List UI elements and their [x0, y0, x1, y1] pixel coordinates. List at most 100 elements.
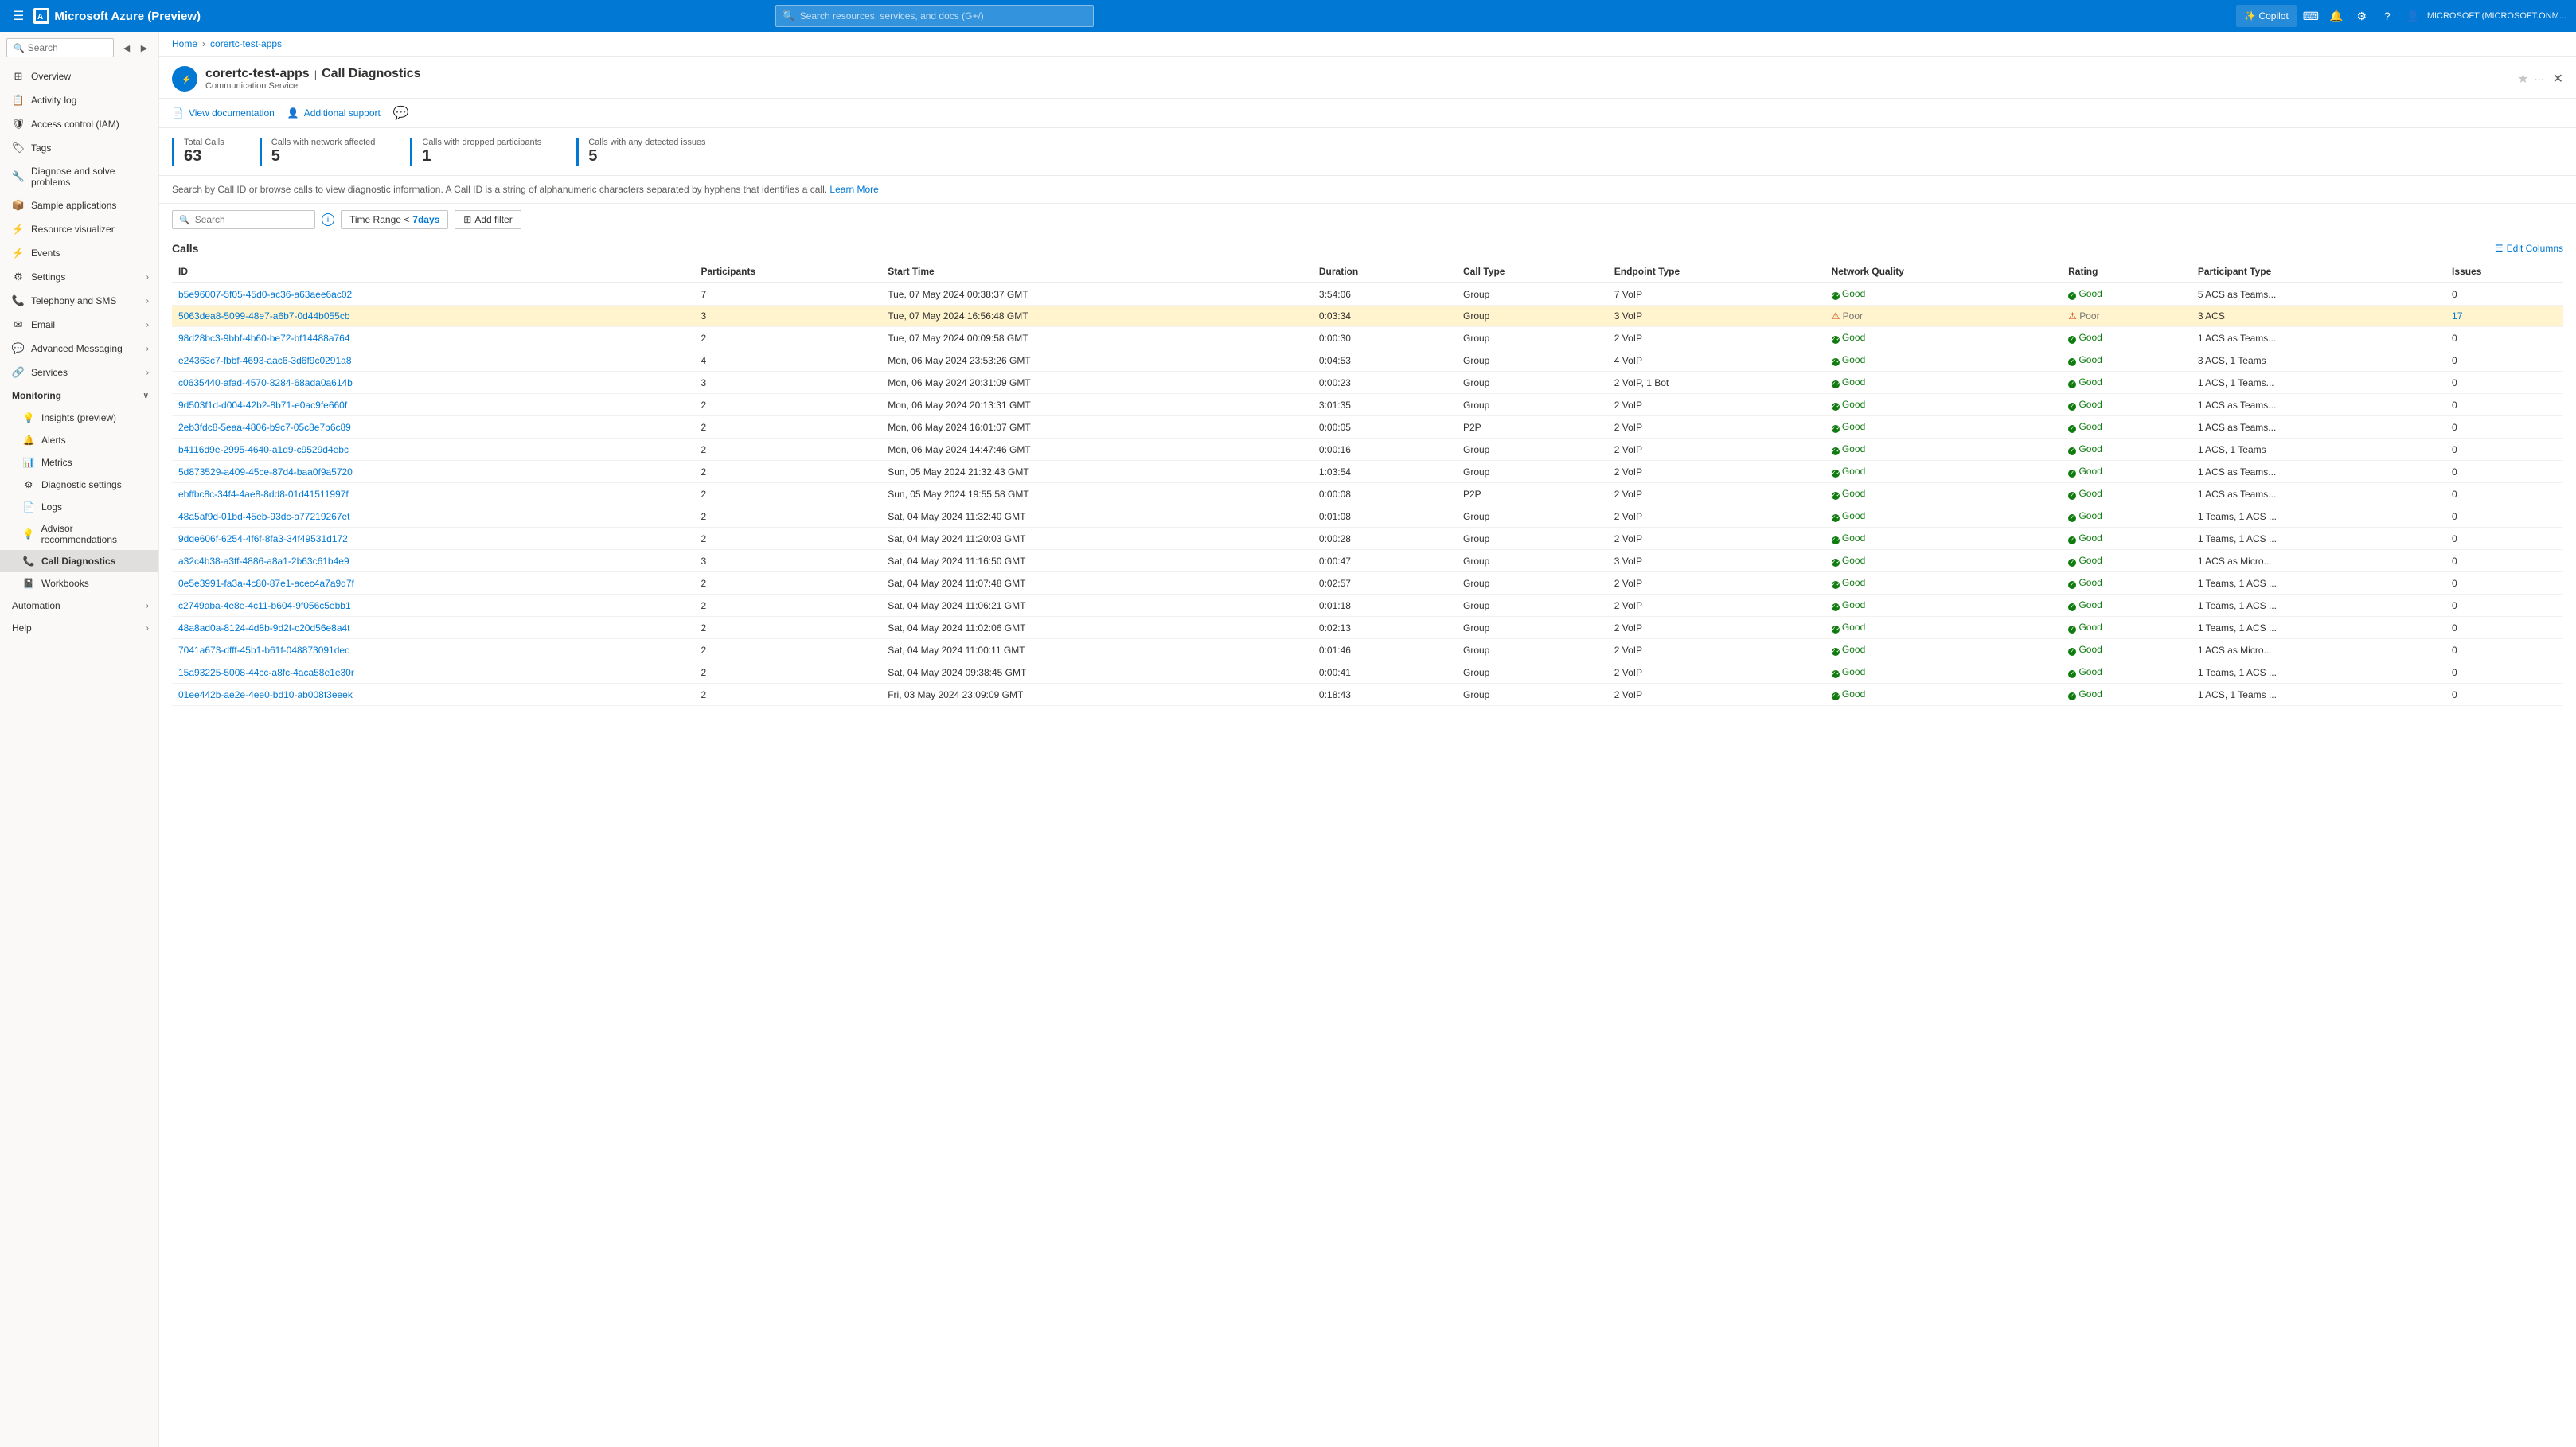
sidebar-item-telephony[interactable]: 📞 Telephony and SMS ›: [0, 289, 158, 313]
call-id-link[interactable]: e24363c7-fbbf-4693-aac6-3d6f9c0291a8: [178, 355, 352, 366]
account-icon[interactable]: 👤: [2402, 5, 2424, 27]
cell-endpoint-type: 2 VoIP: [1608, 483, 1825, 505]
sidebar-item-advanced-msg[interactable]: 💬 Advanced Messaging ›: [0, 337, 158, 361]
collapse-icon[interactable]: ◀: [119, 40, 135, 56]
sidebar-item-workbooks[interactable]: 📓 Workbooks: [0, 572, 158, 595]
sidebar-item-diag-settings[interactable]: ⚙ Diagnostic settings: [0, 474, 158, 496]
add-filter-button[interactable]: ⊞ Add filter: [455, 210, 521, 229]
sidebar-item-access-control[interactable]: 🛡 Access control (IAM): [0, 112, 158, 136]
view-docs-link[interactable]: 📄 View documentation: [172, 107, 275, 119]
sidebar-item-insights[interactable]: 💡 Insights (preview): [0, 407, 158, 429]
call-id-link[interactable]: 0e5e3991-fa3a-4c80-87e1-acec4a7a9d7f: [178, 578, 354, 589]
call-id-link[interactable]: 5063dea8-5099-48e7-a6b7-0d44b055cb: [178, 310, 350, 322]
edit-columns-button[interactable]: ☰ Edit Columns: [2495, 243, 2563, 254]
help-icon[interactable]: ?: [2376, 5, 2398, 27]
sidebar-item-settings[interactable]: ⚙ Settings ›: [0, 265, 158, 289]
call-id-link[interactable]: 9d503f1d-d004-42b2-8b71-e0ac9fe660f: [178, 400, 347, 411]
call-id-link[interactable]: 48a5af9d-01bd-45eb-93dc-a77219267et: [178, 511, 350, 522]
call-id-link[interactable]: 2eb3fdc8-5eaa-4806-b9c7-05c8e7b6c89: [178, 422, 351, 433]
call-id-link[interactable]: 5d873529-a409-45ce-87d4-baa0f9a5720: [178, 466, 353, 478]
cell-rating: ✓ Good: [2062, 639, 2192, 661]
favorite-star[interactable]: ★: [2517, 71, 2528, 87]
time-range-button[interactable]: Time Range < 7days: [341, 210, 448, 229]
cell-participant-type: 1 Teams, 1 ACS ...: [2192, 505, 2445, 528]
call-id-link[interactable]: ebffbc8c-34f4-4ae8-8dd8-01d41511997f: [178, 489, 349, 500]
time-range-value: 7days: [412, 214, 439, 225]
cell-start-time: Tue, 07 May 2024 00:38:37 GMT: [881, 283, 1313, 306]
cell-duration: 3:01:35: [1313, 394, 1457, 416]
cell-start-time: Sat, 04 May 2024 11:07:48 GMT: [881, 572, 1313, 595]
sidebar-item-activity-log[interactable]: 📋 Activity log: [0, 88, 158, 112]
cell-duration: 0:01:08: [1313, 505, 1457, 528]
cell-start-time: Mon, 06 May 2024 14:47:46 GMT: [881, 439, 1313, 461]
sidebar-item-email[interactable]: ✉ Email ›: [0, 313, 158, 337]
info-icon[interactable]: i: [322, 213, 334, 226]
monitoring-expand-icon: ∨: [143, 392, 149, 400]
global-search-box[interactable]: 🔍: [775, 5, 1094, 27]
sidebar-email-label: Email: [31, 319, 55, 330]
call-id-link[interactable]: 98d28bc3-9bbf-4b60-be72-bf14488a764: [178, 333, 350, 344]
sidebar-item-sample-apps[interactable]: 📦 Sample applications: [0, 193, 158, 217]
stat-total-calls-label: Total Calls: [184, 138, 224, 147]
sidebar-item-help[interactable]: Help ›: [0, 617, 158, 639]
settings-icon[interactable]: ⚙: [2351, 5, 2373, 27]
hamburger-menu[interactable]: ☰: [10, 5, 27, 27]
global-search-input[interactable]: [800, 10, 1087, 21]
sidebar-item-tags[interactable]: 🏷 Tags: [0, 136, 158, 160]
sidebar-overview-label: Overview: [31, 71, 71, 82]
learn-more-link[interactable]: Learn More: [829, 184, 878, 195]
sidebar-access-control-label: Access control (IAM): [31, 119, 119, 130]
cell-participants: 2: [694, 661, 881, 684]
call-id-link[interactable]: b4116d9e-2995-4640-a1d9-c9529d4ebc: [178, 444, 349, 455]
additional-support-link[interactable]: 👤 Additional support: [287, 107, 381, 119]
cell-endpoint-type: 2 VoIP: [1608, 528, 1825, 550]
sidebar-alerts-label: Alerts: [41, 435, 66, 446]
call-id-link[interactable]: 9dde606f-6254-4f6f-8fa3-34f49531d172: [178, 533, 348, 544]
sidebar-monitoring-label: Monitoring: [12, 390, 61, 401]
sidebar-item-metrics[interactable]: 📊 Metrics: [0, 451, 158, 474]
more-options[interactable]: ···: [2534, 72, 2545, 85]
sidebar-item-resource-viz[interactable]: ⚡ Resource visualizer: [0, 217, 158, 241]
sidebar-search-box[interactable]: 🔍: [6, 38, 114, 57]
expand-icon[interactable]: ▶: [136, 40, 152, 56]
sidebar-item-call-diagnostics[interactable]: 📞 Call Diagnostics: [0, 550, 158, 572]
cell-participants: 2: [694, 416, 881, 439]
calls-search-input[interactable]: [195, 214, 308, 225]
cell-participant-type: 1 Teams, 1 ACS ...: [2192, 528, 2445, 550]
sidebar-item-overview[interactable]: ⊞ Overview: [0, 64, 158, 88]
notifications-icon[interactable]: 🔔: [2325, 5, 2348, 27]
sidebar-item-logs[interactable]: 📄 Logs: [0, 496, 158, 518]
cell-rating: ✓ Good: [2062, 595, 2192, 617]
call-id-link[interactable]: b5e96007-5f05-45d0-ac36-a63aee6ac02: [178, 289, 352, 300]
sidebar-item-services[interactable]: 🔗 Services ›: [0, 361, 158, 384]
breadcrumb-home[interactable]: Home: [172, 38, 197, 49]
sidebar-search-input[interactable]: [28, 42, 107, 53]
sidebar-item-diagnose[interactable]: 🔧 Diagnose and solve problems: [0, 160, 158, 193]
sidebar-item-events[interactable]: ⚡ Events: [0, 241, 158, 265]
copilot-button[interactable]: ✨ Copilot: [2236, 5, 2297, 27]
sidebar-item-automation[interactable]: Automation ›: [0, 595, 158, 617]
call-id-link[interactable]: 48a8ad0a-8124-4d8b-9d2f-c20d56e8a4t: [178, 622, 350, 634]
cloud-shell-icon[interactable]: ⌨: [2300, 5, 2322, 27]
feedback-icon[interactable]: 💬: [393, 105, 409, 121]
call-id-link[interactable]: 01ee442b-ae2e-4ee0-bd10-ab008f3eeek: [178, 689, 353, 700]
call-id-link[interactable]: 7041a673-dfff-45b1-b61f-048873091dec: [178, 645, 349, 656]
call-id-link[interactable]: c2749aba-4e8e-4c11-b604-9f056c5ebb1: [178, 600, 351, 611]
cell-issues: 0: [2445, 595, 2563, 617]
sidebar-item-advisor[interactable]: 💡 Advisor recommendations: [0, 518, 158, 550]
call-id-link[interactable]: c0635440-afad-4570-8284-68ada0a614b: [178, 377, 353, 388]
sidebar-item-monitoring[interactable]: Monitoring ∨: [0, 384, 158, 407]
breadcrumb-resource[interactable]: corertc-test-apps: [210, 38, 282, 49]
call-id-link[interactable]: a32c4b38-a3ff-4886-a8a1-2b63c61b4e9: [178, 556, 349, 567]
sidebar-item-alerts[interactable]: 🔔 Alerts: [0, 429, 158, 451]
cell-rating: ✓ Good: [2062, 349, 2192, 372]
calls-search-box[interactable]: 🔍: [172, 210, 315, 229]
col-call-type: Call Type: [1457, 261, 1608, 283]
cell-endpoint-type: 7 VoIP: [1608, 283, 1825, 306]
call-id-link[interactable]: 15a93225-5008-44cc-a8fc-4aca58e1e30r: [178, 667, 354, 678]
main-content: Home › corertc-test-apps ⚡ corertc-test-…: [159, 32, 2576, 1447]
cell-call-type: Group: [1457, 372, 1608, 394]
table-row: 01ee442b-ae2e-4ee0-bd10-ab008f3eeek 2 Fr…: [172, 684, 2563, 706]
close-button[interactable]: ✕: [2553, 71, 2563, 87]
stat-network-affected: Calls with network affected 5: [260, 138, 392, 166]
